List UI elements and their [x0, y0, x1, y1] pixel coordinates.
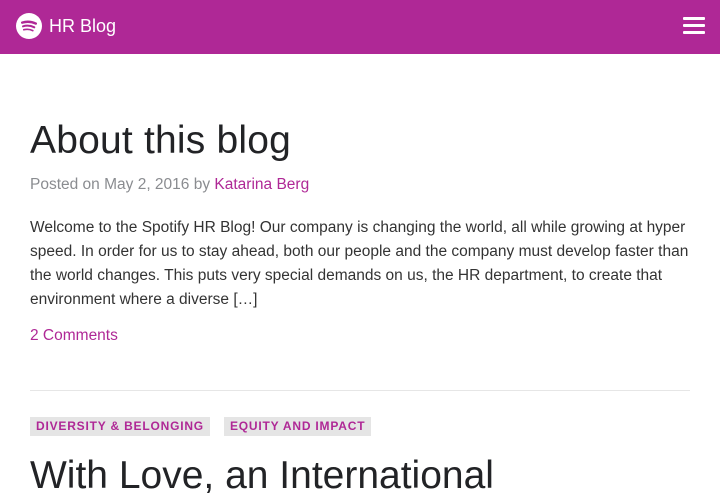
spotify-logo-icon [16, 13, 42, 39]
next-post-title[interactable]: With Love, an International [30, 452, 494, 500]
by-label: by [189, 176, 215, 193]
author-link[interactable]: Katarina Berg [214, 176, 309, 193]
menu-bar [683, 17, 705, 20]
site-title: HR Blog [49, 16, 117, 36]
comments-link[interactable]: 2 Comments [30, 326, 118, 346]
menu-bar [683, 24, 705, 27]
post-meta: Posted on May 2, 2016 by Katarina Berg [30, 175, 309, 195]
site-header: HR Blog [0, 0, 720, 54]
hamburger-menu-icon[interactable] [683, 17, 705, 37]
posted-on-label: Posted on [30, 176, 105, 193]
menu-bar [683, 31, 705, 34]
post-date: May 2, 2016 [104, 176, 190, 193]
post-divider [30, 390, 690, 391]
home-link[interactable]: HR Blog [16, 13, 116, 39]
post-title[interactable]: About this blog [30, 117, 291, 165]
tag-diversity-belonging[interactable]: DIVERSITY & BELONGING [30, 417, 210, 436]
post-excerpt: Welcome to the Spotify HR Blog! Our comp… [30, 219, 689, 308]
tag-equity-impact[interactable]: EQUITY AND IMPACT [223, 417, 372, 436]
tag-list: DIVERSITY & BELONGING EQUITY AND IMPACT [30, 417, 372, 436]
